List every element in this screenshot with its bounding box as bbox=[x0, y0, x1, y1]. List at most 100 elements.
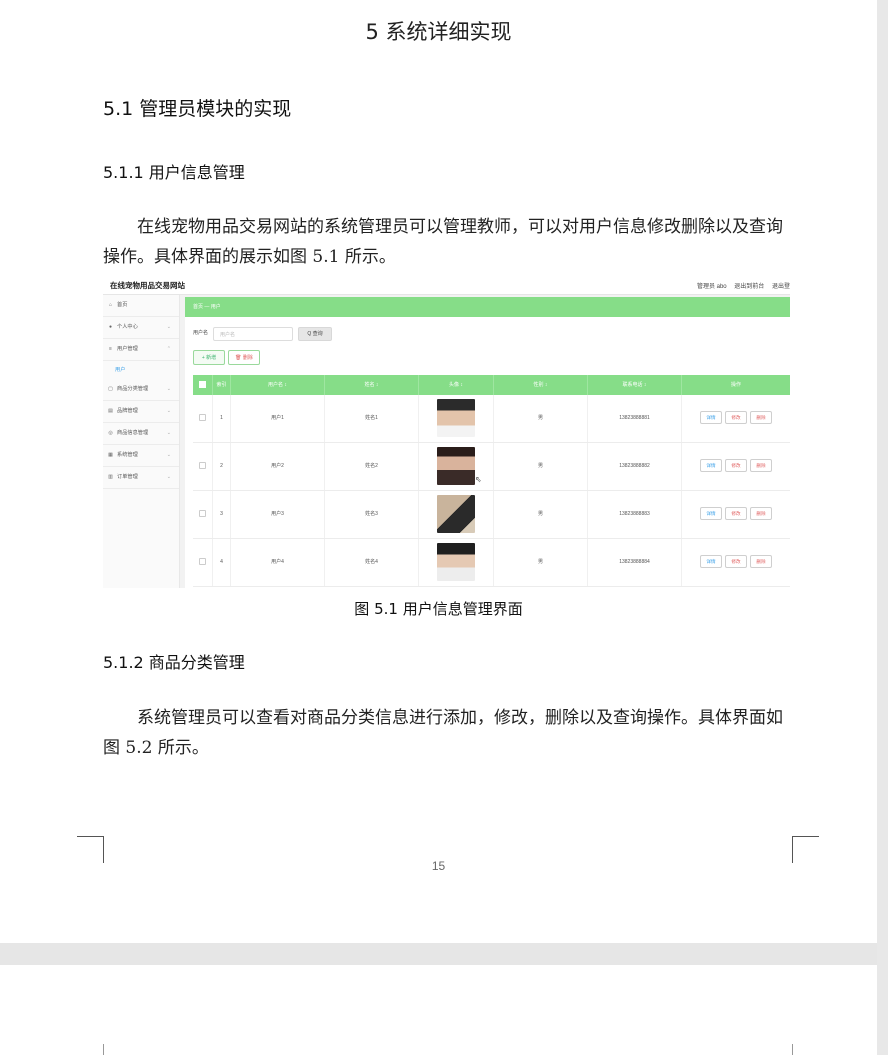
cell-name: 姓名1 bbox=[325, 395, 419, 442]
cell-index: 1 bbox=[213, 395, 231, 442]
edit-button[interactable]: 修改 bbox=[725, 507, 747, 520]
sidebar-item-orders[interactable]: ▥ 订单管理 ⌄ bbox=[103, 467, 179, 489]
next-page bbox=[0, 965, 877, 1055]
sidebar-item-goods[interactable]: ◎ 商品信息管理 ⌄ bbox=[103, 423, 179, 445]
row-select-cell bbox=[193, 539, 213, 586]
main-content: 首页 — 用户 用户名 用户名 Q 查询 + 新增 🗑 删除 索引 用户名 ↕ … bbox=[185, 297, 790, 588]
checkbox-icon[interactable] bbox=[199, 381, 206, 389]
avatar bbox=[437, 495, 475, 533]
sidebar-item-users[interactable]: ≡ 用户管理 ⌃ bbox=[103, 339, 179, 361]
detail-button[interactable]: 详情 bbox=[700, 507, 722, 520]
edit-button[interactable]: 修改 bbox=[725, 459, 747, 472]
user-icon: ● bbox=[108, 324, 113, 330]
sidebar-item-profile[interactable]: ● 个人中心 ⌄ bbox=[103, 317, 179, 339]
detail-button[interactable]: 详情 bbox=[700, 459, 722, 472]
admin-label: 管理员 abo bbox=[696, 284, 727, 290]
search-button[interactable]: Q 查询 bbox=[298, 327, 332, 341]
sidebar-item-system[interactable]: ▦ 系统管理 ⌄ bbox=[103, 445, 179, 467]
back-to-front-link[interactable]: 退出到前台 bbox=[734, 284, 764, 290]
app-topbar: 在线宠物用品交易网站 管理员 abo 退出到前台 退出登 bbox=[103, 278, 790, 295]
table-row: 2 用户2 姓名2 男 13823888882 详情 修改 删除 bbox=[193, 443, 790, 491]
row-select-cell bbox=[193, 443, 213, 490]
table-header: 索引 用户名 ↕ 姓名 ↕ 头像 ↕ 性别 ↕ 联系电话 ↕ 操作 bbox=[193, 375, 790, 395]
checkbox[interactable] bbox=[199, 462, 206, 470]
mouse-cursor-icon: ⇖ bbox=[475, 475, 482, 484]
cell-username: 用户2 bbox=[231, 443, 325, 490]
delete-button[interactable]: 删除 bbox=[750, 555, 772, 568]
cell-gender: 男 bbox=[494, 443, 588, 490]
topbar-right: 管理员 abo 退出到前台 退出登 bbox=[691, 281, 790, 290]
edit-button[interactable]: 修改 bbox=[725, 411, 747, 424]
section-title: 5.1 管理员模块的实现 bbox=[103, 98, 292, 120]
header-name[interactable]: 姓名 ↕ bbox=[325, 375, 419, 395]
sidebar-item-label: 商品分类管理 bbox=[117, 386, 149, 392]
document-page: 5 系统详细实现 5.1 管理员模块的实现 5.1.1 用户信息管理 在线宠物用… bbox=[0, 0, 877, 943]
chevron-up-icon: ⌃ bbox=[166, 346, 171, 352]
subsection-title-user-info: 5.1.1 用户信息管理 bbox=[103, 163, 245, 182]
cell-index: 2 bbox=[213, 443, 231, 490]
header-phone[interactable]: 联系电话 ↕ bbox=[588, 375, 682, 395]
detail-button[interactable]: 详情 bbox=[700, 411, 722, 424]
cell-username: 用户4 bbox=[231, 539, 325, 586]
delete-button[interactable]: 删除 bbox=[750, 507, 772, 520]
figure-screenshot: 在线宠物用品交易网站 管理员 abo 退出到前台 退出登 ⌂ 首页 ● 个人中心 ⌄ … bbox=[103, 278, 790, 588]
breadcrumb: 首页 — 用户 bbox=[185, 297, 790, 317]
batch-delete-button[interactable]: 🗑 删除 bbox=[228, 350, 260, 365]
checkbox[interactable] bbox=[199, 414, 206, 422]
header-gender[interactable]: 性别 ↕ bbox=[494, 375, 588, 395]
cell-name: 姓名2 bbox=[325, 443, 419, 490]
cell-name: 姓名3 bbox=[325, 491, 419, 538]
delete-button[interactable]: 删除 bbox=[750, 459, 772, 472]
cell-gender: 男 bbox=[494, 395, 588, 442]
table-row: 1 用户1 姓名1 男 13823888881 详情 修改 删除 bbox=[193, 395, 790, 443]
cell-name: 姓名4 bbox=[325, 539, 419, 586]
page-corner-mark bbox=[792, 1044, 793, 1055]
figure-caption: 图 5.1 用户信息管理界面 bbox=[354, 600, 523, 618]
sidebar-item-home[interactable]: ⌂ 首页 bbox=[103, 295, 179, 317]
header-avatar[interactable]: 头像 ↕ bbox=[419, 375, 494, 395]
chevron-down-icon: ⌄ bbox=[166, 452, 171, 458]
chevron-down-icon: ⌄ bbox=[166, 430, 171, 436]
cell-username: 用户1 bbox=[231, 395, 325, 442]
sidebar-subitem-user[interactable]: 用户 bbox=[103, 361, 179, 379]
add-button[interactable]: + 新增 bbox=[193, 350, 225, 365]
search-input[interactable]: 用户名 bbox=[213, 327, 293, 341]
scroll-gutter bbox=[877, 0, 888, 1055]
chevron-down-icon: ⌄ bbox=[166, 324, 171, 330]
checkbox[interactable] bbox=[199, 510, 206, 518]
cell-phone: 13823888882 bbox=[588, 443, 682, 490]
cell-phone: 13823888883 bbox=[588, 491, 682, 538]
checkbox[interactable] bbox=[199, 558, 206, 566]
detail-button[interactable]: 详情 bbox=[700, 555, 722, 568]
sidebar-item-brand[interactable]: ▤ 品牌管理 ⌄ bbox=[103, 401, 179, 423]
brand-icon: ▤ bbox=[108, 408, 113, 414]
avatar bbox=[437, 399, 475, 437]
list-icon: ≡ bbox=[109, 346, 112, 352]
logout-link[interactable]: 退出登 bbox=[772, 284, 790, 290]
goods-icon: ◎ bbox=[108, 430, 113, 436]
edit-button[interactable]: 修改 bbox=[725, 555, 747, 568]
table-row: 4 用户4 姓名4 男 13823888884 详情 修改 删除 bbox=[193, 539, 790, 587]
order-icon: ▥ bbox=[108, 474, 113, 480]
search-label: 用户名 bbox=[193, 330, 209, 336]
cell-username: 用户3 bbox=[231, 491, 325, 538]
paragraph-user-info: 在线宠物用品交易网站的系统管理员可以管理教师，可以对用户信息修改删除以及查询操作… bbox=[103, 217, 783, 267]
home-icon: ⌂ bbox=[108, 302, 113, 308]
sidebar-item-label: 系统管理 bbox=[117, 452, 138, 458]
sidebar-item-category[interactable]: ▢ 商品分类管理 ⌄ bbox=[103, 379, 179, 401]
sidebar-item-label: 商品信息管理 bbox=[117, 430, 149, 436]
category-icon: ▢ bbox=[108, 386, 113, 392]
header-username[interactable]: 用户名 ↕ bbox=[231, 375, 325, 395]
page-corner-mark bbox=[103, 1044, 104, 1055]
paragraph-category: 系统管理员可以查看对商品分类信息进行添加，修改，删除以及查询操作。具体界面如图 … bbox=[103, 708, 783, 758]
cell-phone: 13823888881 bbox=[588, 395, 682, 442]
header-actions: 操作 bbox=[730, 382, 741, 388]
sidebar-item-label: 个人中心 bbox=[117, 324, 138, 330]
delete-button[interactable]: 删除 bbox=[750, 411, 772, 424]
sidebar-item-label: 首页 bbox=[117, 302, 128, 308]
avatar bbox=[437, 543, 475, 581]
cell-index: 3 bbox=[213, 491, 231, 538]
sidebar: ⌂ 首页 ● 个人中心 ⌄ ≡ 用户管理 ⌃ 用户 ▢ 商品分类管理 ⌄ ▤ 品牌管理 ⌄ ◎ 商品… bbox=[103, 295, 180, 588]
cell-gender: 男 bbox=[494, 539, 588, 586]
header-select-all[interactable] bbox=[193, 375, 213, 395]
